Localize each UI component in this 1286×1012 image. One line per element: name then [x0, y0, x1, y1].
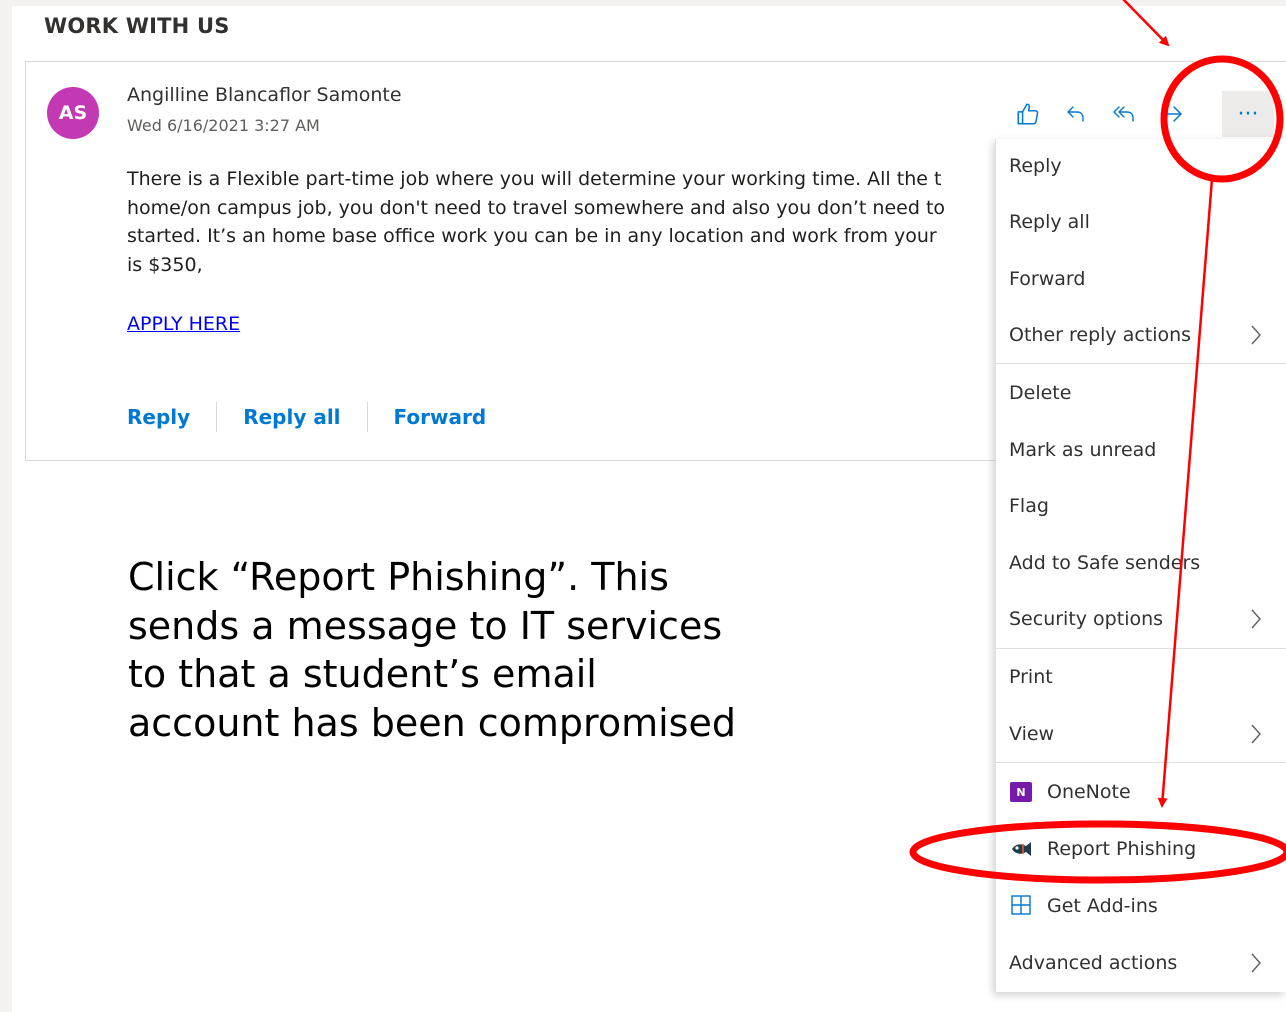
action-separator [216, 402, 218, 432]
reply-icon[interactable] [1058, 96, 1094, 132]
reply-all-button[interactable]: Reply all [243, 405, 340, 429]
body-line: home/on campus job, you don't need to tr… [127, 196, 946, 219]
phishing-fish-icon [1009, 837, 1033, 861]
message-toolbar [1010, 94, 1202, 134]
menu-item-get-add-ins[interactable]: Get Add-ins [996, 887, 1286, 917]
menu-item-reply[interactable]: Reply [996, 146, 1286, 186]
menu-item-report-phishing[interactable]: Report Phishing [996, 829, 1286, 869]
chevron-right-icon [1251, 609, 1261, 629]
instruction-line: account has been compromised [128, 700, 736, 745]
instruction-line: sends a message to IT services [128, 603, 723, 648]
menu-divider [996, 648, 1286, 649]
body-line: is $350, [127, 253, 203, 276]
email-subject: WORK WITH US [44, 14, 230, 38]
reply-all-icon[interactable] [1106, 96, 1142, 132]
menu-item-label: Reply [1009, 155, 1062, 177]
menu-item-label: Delete [1009, 382, 1072, 404]
instruction-line: Click “Report Phishing”. This [128, 555, 669, 599]
menu-item-delete[interactable]: Delete [996, 373, 1286, 413]
more-actions-button[interactable]: ··· [1222, 91, 1274, 137]
menu-item-print[interactable]: Print [996, 657, 1286, 697]
chevron-right-icon [1251, 325, 1261, 345]
forward-button[interactable]: Forward [394, 405, 487, 429]
menu-item-label: Print [1009, 666, 1053, 688]
forward-icon[interactable] [1154, 96, 1190, 132]
chevron-right-icon [1251, 724, 1261, 744]
message-body: There is a Flexible part-time job where … [127, 165, 993, 285]
top-strip [0, 0, 1286, 6]
body-line: started. It’s an home base office work y… [127, 225, 937, 247]
menu-item-other-reply-actions[interactable]: Other reply actions [996, 315, 1286, 355]
avatar[interactable]: AS [47, 87, 99, 139]
menu-item-security-options[interactable]: Security options [996, 599, 1286, 639]
menu-item-label: Report Phishing [1047, 838, 1197, 860]
sender-name[interactable]: Angilline Blancaflor Samonte [127, 84, 402, 106]
instruction-line: to that a student’s email [128, 652, 597, 696]
menu-item-label: Advanced actions [1009, 952, 1178, 974]
add-ins-icon [1009, 893, 1033, 917]
menu-item-reply-all[interactable]: Reply all [996, 202, 1286, 242]
action-separator [366, 402, 368, 432]
chevron-right-icon [1251, 953, 1261, 973]
menu-item-onenote[interactable]: N OneNote [996, 772, 1286, 812]
menu-item-label: Other reply actions [1009, 324, 1192, 346]
menu-item-label: View [1009, 723, 1055, 745]
menu-item-label: Reply all [1009, 211, 1090, 233]
menu-item-label: Get Add-ins [1047, 895, 1158, 917]
menu-item-label: Flag [1009, 495, 1049, 517]
onenote-icon: N [1009, 780, 1033, 804]
reply-button[interactable]: Reply [127, 405, 190, 429]
menu-item-label: Add to Safe senders [1009, 552, 1201, 574]
left-strip [0, 0, 12, 1012]
menu-item-view[interactable]: View [996, 714, 1286, 754]
message-date: Wed 6/16/2021 3:27 AM [127, 116, 320, 135]
menu-divider [996, 363, 1286, 364]
apply-here-link[interactable]: APPLY HERE [127, 313, 240, 335]
menu-item-label: Forward [1009, 268, 1086, 290]
menu-item-add-to-safe-senders[interactable]: Add to Safe senders [996, 543, 1286, 583]
instruction-text: Click “Report Phishing”. This sends a me… [128, 553, 828, 747]
more-actions-menu: Reply Reply all Forward Other reply acti… [995, 139, 1286, 992]
menu-item-label: Security options [1009, 608, 1164, 630]
message-actions: Reply Reply all Forward [127, 402, 486, 432]
menu-item-advanced-actions[interactable]: Advanced actions [996, 943, 1286, 983]
menu-item-label: OneNote [1047, 781, 1131, 803]
menu-divider [996, 762, 1286, 763]
like-icon[interactable] [1010, 96, 1046, 132]
menu-item-flag[interactable]: Flag [996, 486, 1286, 526]
menu-item-label: Mark as unread [1009, 439, 1157, 461]
top-pointer-arrow [1122, 0, 1170, 47]
menu-item-mark-as-unread[interactable]: Mark as unread [996, 430, 1286, 470]
more-icon: ··· [1237, 101, 1259, 127]
body-line: There is a Flexible part-time job where … [127, 168, 942, 190]
menu-item-forward[interactable]: Forward [996, 259, 1286, 299]
